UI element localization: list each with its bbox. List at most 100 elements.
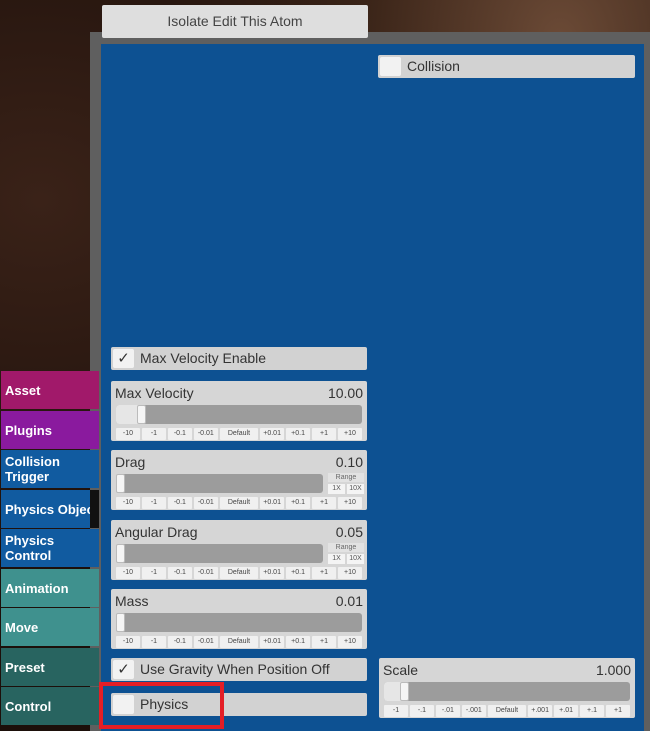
step-button[interactable]: Default (219, 497, 259, 509)
step-button[interactable]: +1 (312, 567, 336, 579)
slider-label: Angular Drag (115, 524, 198, 540)
slider-label: Mass (115, 593, 149, 609)
step-button[interactable]: -1 (141, 636, 166, 648)
step-button[interactable]: -0.1 (167, 428, 192, 440)
step-button[interactable]: +0.1 (286, 497, 311, 509)
step-button[interactable]: +0.01 (260, 636, 285, 648)
step-button[interactable]: -.01 (435, 705, 460, 717)
tab-control[interactable]: Control (1, 687, 99, 725)
step-button[interactable]: +0.1 (286, 636, 311, 648)
step-button[interactable]: +10 (338, 636, 362, 648)
slider-handle[interactable] (116, 544, 125, 563)
step-button[interactable]: -.001 (461, 705, 486, 717)
range-10x-button[interactable]: 10X (347, 484, 364, 494)
step-button[interactable]: -1 (384, 705, 408, 717)
step-button[interactable]: +1 (312, 497, 336, 509)
tab-collision-trigger[interactable]: Collision Trigger (1, 450, 99, 488)
checkmark-icon[interactable]: ✓ (113, 660, 134, 679)
step-button[interactable]: +0.1 (286, 567, 311, 579)
step-button[interactable]: +0.1 (286, 428, 311, 440)
slider-track[interactable] (116, 613, 362, 632)
step-button[interactable]: -10 (116, 636, 140, 648)
slider-value: 0.10 (335, 454, 363, 470)
step-buttons: -10 -1 -0.1 -0.01 Default +0.01 +0.1 +1 +10 (116, 428, 362, 440)
step-button[interactable]: Default (219, 636, 259, 648)
range-control: Range 1X 10X (328, 473, 364, 494)
range-1x-button[interactable]: 1X (328, 484, 345, 494)
step-button[interactable]: +0.01 (260, 497, 285, 509)
range-title: Range (328, 543, 364, 552)
slider-handle[interactable] (116, 474, 125, 493)
use-gravity-toggle[interactable]: ✓ Use Gravity When Position Off (111, 658, 367, 681)
slider-track[interactable] (116, 474, 323, 493)
step-button[interactable]: Default (219, 428, 259, 440)
step-button[interactable]: -0.01 (193, 497, 218, 509)
tab-asset[interactable]: Asset (1, 371, 99, 409)
step-button[interactable]: Default (487, 705, 527, 717)
step-button[interactable]: -1 (141, 497, 166, 509)
use-gravity-label: Use Gravity When Position Off (140, 661, 330, 677)
collision-toggle[interactable]: Collision (378, 55, 635, 78)
step-button[interactable]: -10 (116, 567, 140, 579)
step-buttons: -1 -.1 -.01 -.001 Default +.001 +.01 +.1 +1 (384, 705, 630, 717)
step-button[interactable]: -0.01 (193, 567, 218, 579)
slider-handle[interactable] (137, 405, 146, 424)
tab-animation[interactable]: Animation (1, 569, 99, 607)
slider-value: 10.00 (327, 385, 363, 401)
step-button[interactable]: +10 (338, 567, 362, 579)
range-10x-button[interactable]: 10X (347, 554, 364, 564)
slider-track[interactable] (116, 405, 362, 424)
step-button[interactable]: +1 (312, 428, 336, 440)
slider-handle[interactable] (116, 613, 125, 632)
step-button[interactable]: Default (219, 567, 259, 579)
step-button[interactable]: -0.01 (193, 636, 218, 648)
slider-label: Max Velocity (115, 385, 194, 401)
tab-move[interactable]: Move (1, 608, 99, 646)
tab-plugins[interactable]: Plugins (1, 411, 99, 449)
step-button[interactable]: +0.01 (260, 428, 285, 440)
checkmark-icon[interactable]: ✓ (113, 349, 134, 368)
slider-value: 0.01 (335, 593, 363, 609)
max-velocity-enable-toggle[interactable]: ✓ Max Velocity Enable (111, 347, 367, 370)
collision-label: Collision (407, 58, 460, 74)
tab-preset[interactable]: Preset (1, 648, 99, 686)
mass-slider: Mass 0.01 -10 -1 -0.1 -0.01 Default +0.01 +0.1… (111, 589, 367, 649)
step-button[interactable]: +1 (606, 705, 630, 717)
step-button[interactable]: -0.01 (193, 428, 218, 440)
step-buttons: -10 -1 -0.1 -0.01 Default +0.01 +0.1 +1 +10 (116, 567, 362, 579)
collision-checkbox[interactable] (380, 57, 401, 76)
step-buttons: -10 -1 -0.1 -0.01 Default +0.01 +0.1 +1 +10 (116, 497, 362, 509)
step-button[interactable]: -.1 (409, 705, 434, 717)
step-button[interactable]: +.1 (580, 705, 604, 717)
tab-physics-control[interactable]: Physics Control (1, 529, 99, 567)
step-button[interactable]: +10 (338, 497, 362, 509)
slider-track[interactable] (116, 544, 323, 563)
step-buttons: -10 -1 -0.1 -0.01 Default +0.01 +0.1 +1 +10 (116, 636, 362, 648)
step-button[interactable]: +.001 (528, 705, 553, 717)
step-button[interactable]: -0.1 (167, 497, 192, 509)
step-button[interactable]: -1 (141, 428, 166, 440)
step-button[interactable]: -10 (116, 428, 140, 440)
slider-label: Drag (115, 454, 146, 470)
range-title: Range (328, 473, 364, 482)
tab-physics-object[interactable]: Physics Object (1, 490, 99, 528)
step-button[interactable]: +0.01 (260, 567, 285, 579)
range-1x-button[interactable]: 1X (328, 554, 345, 564)
step-button[interactable]: -1 (141, 567, 166, 579)
slider-handle[interactable] (400, 682, 409, 701)
step-button[interactable]: -0.1 (167, 567, 192, 579)
highlight-box (99, 682, 224, 729)
drag-slider: Drag 0.10 Range 1X 10X -10 -1 -0.1 -0.01 Def… (111, 450, 367, 510)
step-button[interactable]: -10 (116, 497, 140, 509)
active-tab-marker (90, 490, 99, 528)
step-button[interactable]: +1 (312, 636, 336, 648)
step-button[interactable]: +10 (338, 428, 362, 440)
step-button[interactable]: +.01 (554, 705, 579, 717)
slider-value: 0.05 (335, 524, 363, 540)
isolate-edit-button[interactable]: Isolate Edit This Atom (102, 5, 368, 38)
step-button[interactable]: -0.1 (167, 636, 192, 648)
slider-track[interactable] (384, 682, 630, 701)
max-velocity-enable-label: Max Velocity Enable (140, 350, 267, 366)
slider-value: 1.000 (595, 662, 631, 678)
scale-slider: Scale 1.000 -1 -.1 -.01 -.001 Default +.001 +.… (379, 658, 635, 718)
